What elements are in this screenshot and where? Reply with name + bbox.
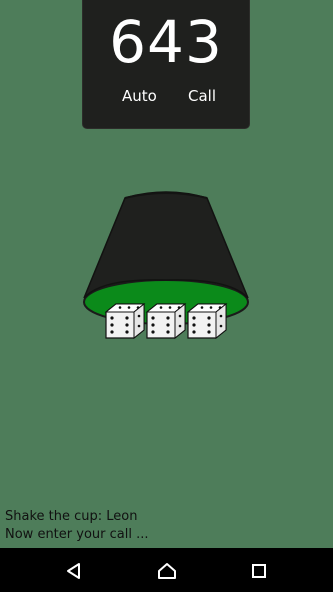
call-button[interactable]: Call (188, 86, 216, 106)
status-line-1: Shake the cup: Leon (5, 509, 138, 524)
back-triangle-icon[interactable] (62, 560, 86, 582)
die-2 (145, 302, 187, 340)
status-line-2: Now enter your call ... (5, 527, 149, 542)
score-panel: 643 Auto Call (83, 0, 249, 128)
home-icon[interactable] (155, 560, 179, 582)
die-1 (104, 302, 146, 340)
android-nav-bar (0, 548, 333, 592)
call-value: 643 (109, 8, 223, 76)
auto-button[interactable]: Auto (122, 86, 157, 106)
status-message: Shake the cup: Leon Now enter your call … (5, 508, 148, 544)
dice-cup-graphic[interactable] (80, 186, 256, 346)
recent-apps-icon[interactable] (247, 560, 271, 582)
dice-cup[interactable] (80, 186, 256, 346)
die-3 (186, 302, 228, 340)
